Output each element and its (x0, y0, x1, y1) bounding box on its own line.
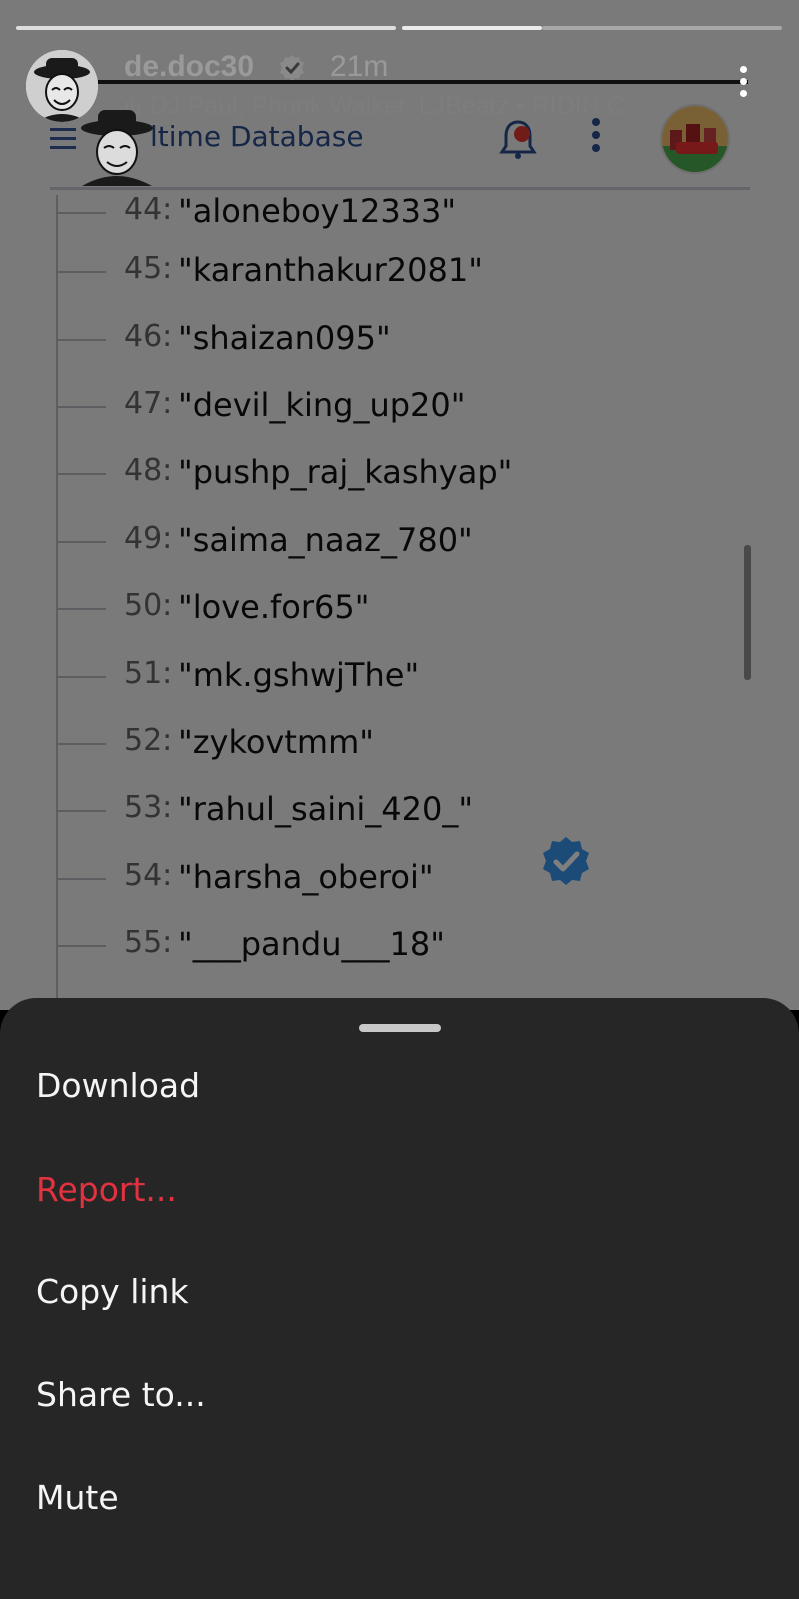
story-divider (98, 80, 748, 84)
story-username[interactable]: de.doc30 (124, 50, 254, 84)
story-timestamp: 21m (330, 50, 389, 83)
story-progress-segment (542, 26, 782, 30)
options-bottom-sheet: Download Report... Copy link Share to...… (0, 998, 799, 1599)
mute-menu-item[interactable]: Mute (36, 1478, 119, 1517)
copy-link-menu-item[interactable]: Copy link (36, 1272, 189, 1311)
story-progress-segment (16, 26, 396, 30)
share-to-menu-item[interactable]: Share to... (36, 1375, 206, 1414)
story-viewer: ltime Database 44: (0, 0, 799, 1010)
report-menu-item[interactable]: Report... (36, 1170, 177, 1209)
download-menu-item[interactable]: Download (36, 1066, 200, 1105)
music-track-text: DJ Paul, Phonk Walker, LJBeatz • RIDIN C… (150, 92, 646, 120)
story-more-icon[interactable] (740, 66, 750, 102)
story-progress-segment-active (402, 26, 542, 30)
story-music-label[interactable]: DJ Paul, Phonk Walker, LJBeatz • RIDIN C… (124, 92, 646, 121)
anonymous-mask-sticker-icon (81, 110, 153, 186)
verified-badge-icon (280, 55, 304, 81)
sheet-drag-handle[interactable] (359, 1024, 441, 1032)
